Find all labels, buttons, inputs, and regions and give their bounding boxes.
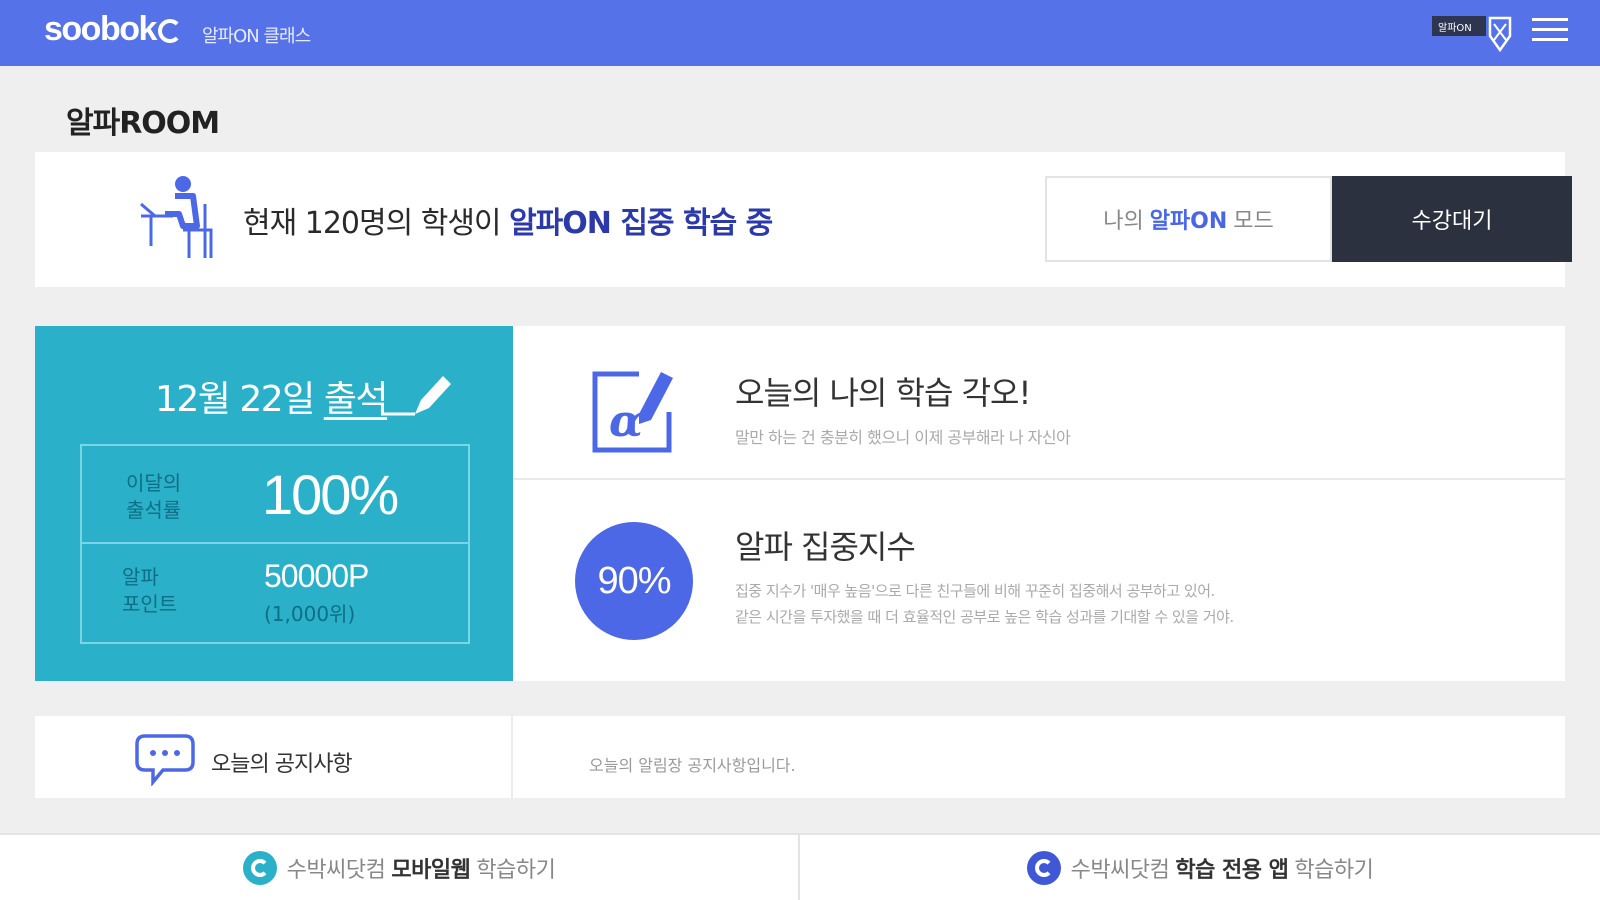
mode-highlight: 알파ON [1149,209,1228,234]
link-prefix: 수박씨닷컴 [1070,857,1170,883]
speech-bubble-icon [135,734,195,786]
points-rank: (1,000위) [264,602,356,626]
resolution-text: 말만 하는 건 충분히 했으니 이제 공부해라 나 자신아 [735,428,1071,447]
studying-student-icon [140,176,213,258]
study-app-link[interactable]: 수박씨닷컴 학습 전용 앱 학습하기 [800,835,1600,900]
logo-text: soobok [44,10,157,48]
attendance-date: 12월 22일 출석 [155,370,389,422]
attendance-rate-value: 100% [262,463,399,526]
link-suffix: 학습하기 [1294,857,1374,883]
my-alpha-mode-button[interactable]: 나의 알파ON 모드 [1045,176,1332,262]
live-study-text: 현재 120명의 학생이 알파ON 집중 학습 중 [243,198,773,242]
logo-mark-icon [157,19,182,43]
mobile-web-study-link[interactable]: 수박씨닷컴 모바일웹 학습하기 [0,835,800,900]
mode-suffix: 모드 [1233,209,1274,234]
points-label: 알파포인트 [122,564,177,618]
alpha-points-value: 50000P [264,558,369,594]
alpha-badge: 알파ON [1432,16,1486,36]
focus-desc-line: 집중 지수가 '매우 높음'으로 다른 친구들에 비해 꾸준히 집중해서 공부하… [735,582,1215,600]
hamburger-icon-line [1532,38,1568,41]
class-subtitle: 알파ON 클래스 [202,26,311,47]
resolution-title: 오늘의 나의 학습 각오! [735,374,1031,412]
page-title: 알파ROOM [66,106,220,141]
notice-text: 오늘의 알림장 공지사항입니다. [589,756,796,775]
link-suffix: 학습하기 [476,857,556,883]
soobook-logo[interactable]: soobok [44,10,182,49]
live-highlight: 알파ON 집중 학습 중 [509,206,773,241]
bottom-bar: 수박씨닷컴 모바일웹 학습하기 수박씨닷컴 학습 전용 앱 학습하기 [0,833,1600,900]
attendance-rate-row: 이달의출석률 100% [82,446,468,544]
rate-label: 이달의출석률 [126,470,181,524]
soobak-c-icon [1026,850,1061,885]
date-text: 12월 22일 [155,379,315,420]
live-study-panel: 현재 120명의 학생이 알파ON 집중 학습 중 나의 알파ON 모드 수강대… [35,152,1572,287]
emblem-icon [1488,16,1512,53]
attendance-panel: 12월 22일 출석 이달의출석률 100% 알파포인트 50000P (1,00… [35,326,513,681]
focus-index-desc: 집중 지수가 '매우 높음'으로 다른 친구들에 비해 꾸준히 집중해서 공부하… [735,578,1234,630]
top-header: soobok 알파ON 클래스 알파ON [0,0,1600,66]
notice-panel[interactable]: 오늘의 공지사항 오늘의 알림장 공지사항입니다. [35,716,1565,798]
link-prefix: 수박씨닷컴 [286,857,386,883]
svg-text:α: α [609,396,643,447]
focus-index-badge: 90% [575,522,693,640]
wait-for-class-button[interactable]: 수강대기 [1332,176,1572,262]
focus-index-title: 알파 집중지수 [735,528,916,566]
attendance-stats: 이달의출석률 100% 알파포인트 50000P (1,000위) [80,444,470,644]
alpha-note-icon: α [592,371,673,453]
points-label-line: 포인트 [122,592,178,616]
link-bold: 모바일웹 [391,857,471,883]
alpha-points-row: 알파포인트 50000P (1,000위) [82,544,468,642]
hamburger-icon-line [1532,18,1568,21]
focus-desc-line: 같은 시간을 투자했을 때 더 효율적인 공부로 높은 학습 성과를 기대할 수… [735,608,1234,626]
rate-label-line: 출석률 [126,498,182,522]
notice-header: 오늘의 공지사항 [35,716,513,798]
mode-prefix: 나의 [1103,209,1144,234]
focus-index-panel: 90% 알파 집중지수 집중 지수가 '매우 높음'으로 다른 친구들에 비해 … [513,480,1565,681]
soobak-c-icon [242,850,277,885]
hamburger-icon-line [1532,28,1568,31]
rate-label-line: 이달의 [126,471,182,495]
hamburger-menu-button[interactable] [1532,18,1568,48]
points-label-line: 알파 [122,565,159,589]
link-bold: 학습 전용 앱 [1175,857,1289,883]
notice-label: 오늘의 공지사항 [211,752,353,777]
live-prefix: 현재 120명의 학생이 [243,206,510,241]
attendance-check-link[interactable]: 출석 [324,379,389,420]
daily-resolution-panel: α 오늘의 나의 학습 각오! 말만 하는 건 충분히 했으니 이제 공부해라 … [513,326,1565,480]
pencil-icon [381,376,451,416]
